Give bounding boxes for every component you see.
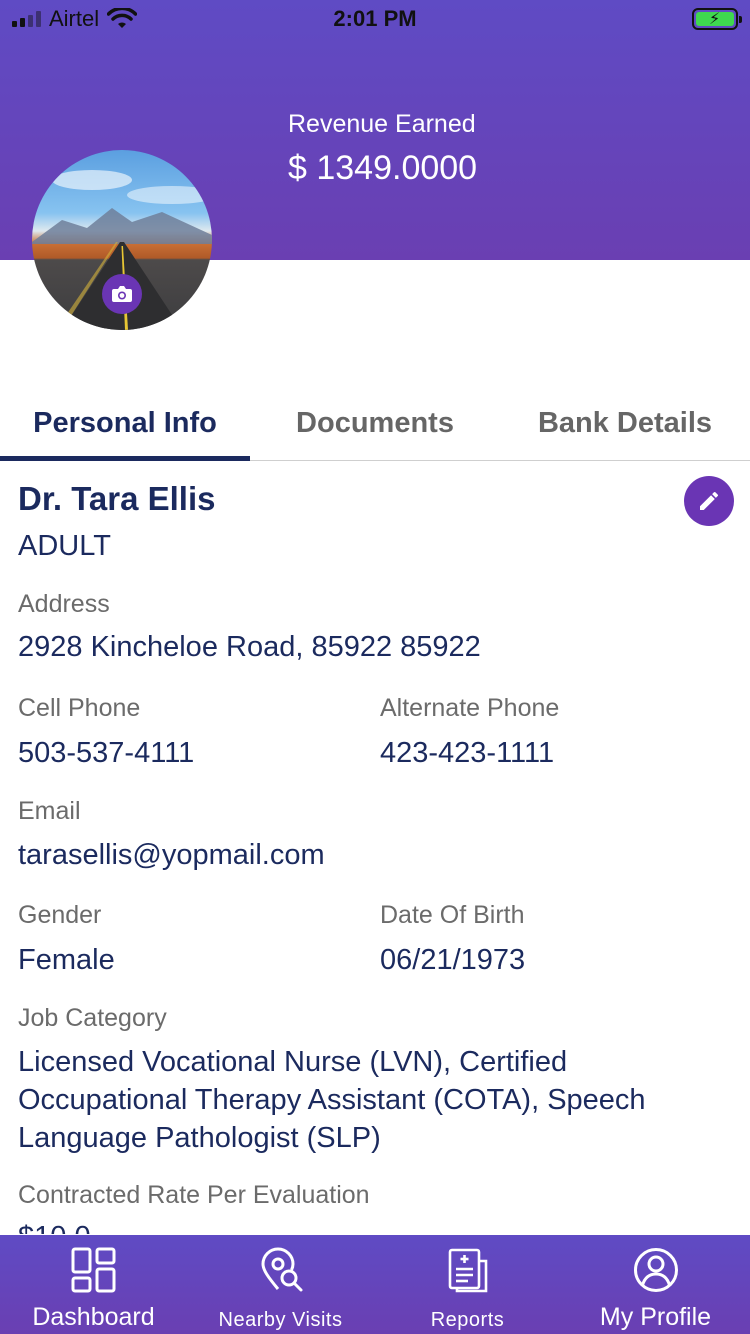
nav-nearby-visits-label: Nearby Visits (218, 1309, 343, 1331)
alternate-phone-value: 423-423-1111 (380, 737, 555, 769)
revenue-value: $ 1349.0000 (288, 149, 478, 187)
dob-value: 06/21/1973 (380, 944, 526, 976)
battery-icon: ⚡ (692, 8, 742, 30)
nav-my-profile-label: My Profile (599, 1303, 712, 1331)
tab-documents[interactable]: Documents (250, 385, 500, 461)
alternate-phone-label: Alternate Phone (380, 694, 560, 722)
profile-name: Dr. Tara Ellis (18, 480, 216, 517)
reports-icon (448, 1248, 487, 1293)
nav-dashboard-label: Dashboard (32, 1303, 155, 1331)
tab-personal-info[interactable]: Personal Info (0, 385, 250, 461)
tab-bank-details[interactable]: Bank Details (500, 385, 750, 461)
contracted-rate-label: Contracted Rate Per Evaluation (18, 1181, 370, 1209)
cell-phone-value: 503-537-4111 (18, 737, 195, 769)
profile-category: ADULT (18, 530, 111, 562)
email-value: tarasellis@yopmail.com (18, 839, 325, 871)
nav-reports-label: Reports (430, 1309, 505, 1331)
nav-nearby-visits[interactable]: Nearby Visits (187, 1235, 374, 1334)
revenue-label: Revenue Earned (288, 110, 476, 138)
edit-profile-button[interactable] (684, 476, 734, 526)
camera-icon (112, 286, 132, 302)
nearby-visits-icon (260, 1247, 302, 1292)
change-photo-button[interactable] (102, 274, 142, 314)
contracted-rate-value: $10.0 (18, 1218, 91, 1234)
revenue-summary: Revenue Earned $ 1349.0000 (288, 110, 477, 188)
cell-phone-label: Cell Phone (18, 694, 141, 722)
address-value: 2928 Kincheloe Road, 85922 85922 (18, 631, 481, 663)
bottom-nav: Dashboard Nearby Visits Reports My Profi… (0, 1235, 750, 1334)
profile-icon (633, 1248, 678, 1292)
active-tab-indicator (0, 456, 250, 461)
nav-reports[interactable]: Reports (374, 1235, 561, 1334)
job-category-value: Licensed Vocational Nurse (LVN), Certifi… (18, 1046, 646, 1154)
nav-my-profile[interactable]: My Profile (561, 1235, 750, 1334)
email-label: Email (18, 797, 81, 825)
nav-dashboard[interactable]: Dashboard (0, 1235, 187, 1334)
personal-info-panel: Dr. Tara Ellis ADULT Address 2928 Kinche… (18, 462, 738, 1234)
profile-tabs: Personal Info Documents Bank Details (0, 385, 750, 461)
address-label: Address (18, 590, 110, 618)
pencil-icon (700, 491, 719, 510)
status-bar: Airtel 2:01 PM ⚡ (0, 0, 750, 40)
dashboard-icon (71, 1247, 115, 1293)
job-category-label: Job Category (18, 1004, 167, 1032)
status-time: 2:01 PM (333, 6, 417, 31)
gender-label: Gender (18, 901, 102, 929)
dob-label: Date Of Birth (380, 901, 525, 929)
gender-value: Female (18, 944, 115, 976)
